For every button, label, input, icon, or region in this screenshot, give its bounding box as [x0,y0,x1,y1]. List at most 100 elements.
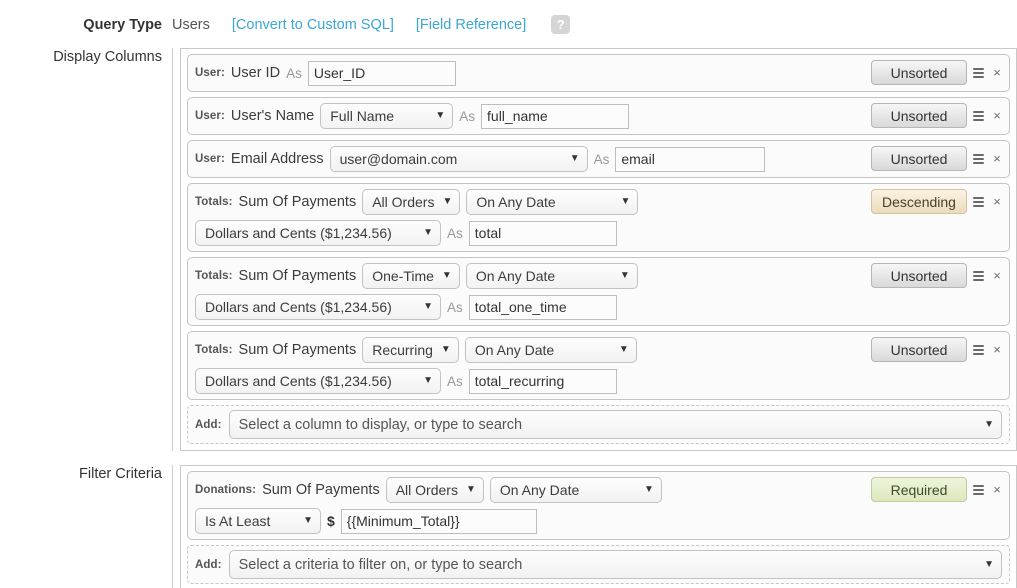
criterion-date-select[interactable]: On Any Date ▼ [489,477,662,503]
chevron-down-icon: ▼ [435,110,446,121]
chevron-down-icon: ▼ [423,375,433,386]
column-format-value: Dollars and Cents ($1,234.56) [205,299,392,315]
column-format-select[interactable]: Dollars and Cents ($1,234.56) ▼ [195,368,441,394]
column-source-prefix: User: [195,153,225,165]
filter-criteria-row: Filter Criteria Donations: Sum Of Paymen… [0,465,1017,588]
help-icon[interactable]: ? [551,15,571,34]
currency-symbol: $ [327,513,335,529]
query-type-content: Users [Convert to Custom SQL] [Field Ref… [172,15,1017,34]
as-label: As [459,108,476,124]
column-scope-select[interactable]: One-Time ▼ [362,263,460,289]
column-source-prefix: Totals: [195,270,233,282]
remove-icon[interactable]: × [991,482,1003,497]
column-field-name: Sum Of Payments [238,268,357,284]
sort-toggle-button[interactable]: Descending [871,189,967,214]
column-alias-input[interactable] [468,368,617,394]
criterion-date-value: On Any Date [499,482,580,498]
drag-handle-icon[interactable] [973,152,985,166]
add-display-column-row: Add: Select a column to display, or type… [187,405,1010,444]
column-controls: Descending × [871,189,1003,214]
query-type-label-col: Query Type [0,15,172,34]
requirement-toggle-button[interactable]: Required [871,477,967,502]
column-format-select[interactable]: Dollars and Cents ($1,234.56) ▼ [195,294,441,320]
display-columns-content: User: User ID As Unsorted × [172,48,1017,451]
column-scope-select[interactable]: Recurring ▼ [362,337,459,363]
display-column-card: Totals: Sum Of Payments One-Time ▼ On An… [187,257,1010,326]
chevron-down-icon: ▼ [303,515,313,526]
as-label: As [447,373,463,389]
sort-toggle-button[interactable]: Unsorted [871,146,967,171]
add-filter-criteria-row: Add: Select a criteria to filter on, or … [187,545,1010,584]
display-columns-row: Display Columns User: User ID As Unsorte… [0,48,1017,451]
criterion-operator-select[interactable]: Is At Least ▼ [195,508,321,534]
add-display-column-select[interactable]: Select a column to display, or type to s… [228,410,1002,439]
column-scope-value: All Orders [372,194,435,210]
column-date-select[interactable]: On Any Date ▼ [464,337,637,363]
drag-handle-icon[interactable] [973,269,985,283]
column-alias-input[interactable] [468,294,617,320]
drag-handle-icon[interactable] [973,483,985,497]
criterion-scope-select[interactable]: All Orders ▼ [385,477,484,503]
add-filter-criteria-select[interactable]: Select a criteria to filter on, or type … [228,550,1002,579]
chevron-down-icon: ▼ [423,301,433,312]
field-reference-link[interactable]: [Field Reference] [416,17,526,33]
column-alias-input[interactable] [615,146,766,172]
display-column-card: User: User's Name Full Name ▼ As Unsorte… [187,97,1010,135]
add-label: Add: [195,558,222,571]
convert-to-custom-sql-link[interactable]: [Convert to Custom SQL] [232,17,394,33]
query-type-row: Query Type Users [Convert to Custom SQL]… [0,0,1017,34]
chevron-down-icon: ▼ [441,270,452,281]
column-alias-input[interactable] [481,103,630,129]
criterion-scope-value: All Orders [395,482,458,498]
column-format-value: Dollars and Cents ($1,234.56) [205,373,392,389]
column-format-value: Dollars and Cents ($1,234.56) [205,225,392,241]
drag-handle-icon[interactable] [973,195,985,209]
sort-toggle-button[interactable]: Unsorted [871,103,967,128]
as-label: As [593,151,610,167]
filter-criteria-content: Donations: Sum Of Payments All Orders ▼ … [172,465,1017,588]
display-column-card: Totals: Sum Of Payments Recurring ▼ On A… [187,331,1010,400]
column-alias-input[interactable] [468,220,617,246]
chevron-down-icon: ▼ [643,484,654,495]
column-alias-input[interactable] [307,60,456,86]
remove-icon[interactable]: × [991,342,1003,357]
drag-handle-icon[interactable] [973,66,985,80]
column-format-value: user@domain.com [339,151,458,167]
display-columns-section: User: User ID As Unsorted × [180,48,1017,451]
sort-toggle-button[interactable]: Unsorted [871,263,967,288]
remove-icon[interactable]: × [991,151,1003,166]
query-type-label: Query Type [83,17,162,33]
column-scope-value: Recurring [372,342,433,358]
sort-toggle-button[interactable]: Unsorted [871,60,967,85]
remove-icon[interactable]: × [991,108,1003,123]
drag-handle-icon[interactable] [973,343,985,357]
chevron-down-icon: ▼ [569,153,580,164]
column-format-select[interactable]: Full Name ▼ [320,103,454,129]
column-date-select[interactable]: On Any Date ▼ [466,189,639,215]
remove-icon[interactable]: × [991,194,1003,209]
column-source-prefix: User: [195,67,225,79]
criterion-value-input[interactable] [340,508,537,534]
column-source-prefix: Totals: [195,196,233,208]
column-field-name: Sum Of Payments [238,194,357,210]
query-type-value: Users [172,16,210,33]
column-format-select[interactable]: Dollars and Cents ($1,234.56) ▼ [195,220,441,246]
drag-handle-icon[interactable] [973,109,985,123]
sort-toggle-button[interactable]: Unsorted [871,337,967,362]
as-label: As [447,299,463,315]
criterion-field-name: Sum Of Payments [262,482,380,498]
column-scope-select[interactable]: All Orders ▼ [362,189,461,215]
filter-criterion-card: Donations: Sum Of Payments All Orders ▼ … [187,471,1010,540]
column-controls: Unsorted × [871,60,1003,85]
column-format-select[interactable]: user@domain.com ▼ [329,146,588,172]
as-label: As [286,65,302,81]
criterion-source-prefix: Donations: [195,484,257,496]
column-source-prefix: User: [195,110,225,122]
column-field-name: Sum Of Payments [238,342,357,358]
remove-icon[interactable]: × [991,268,1003,283]
remove-icon[interactable]: × [991,65,1003,80]
add-filter-criteria-placeholder: Select a criteria to filter on, or type … [238,556,523,573]
column-date-select[interactable]: On Any Date ▼ [465,263,638,289]
column-controls: Unsorted × [871,103,1003,128]
